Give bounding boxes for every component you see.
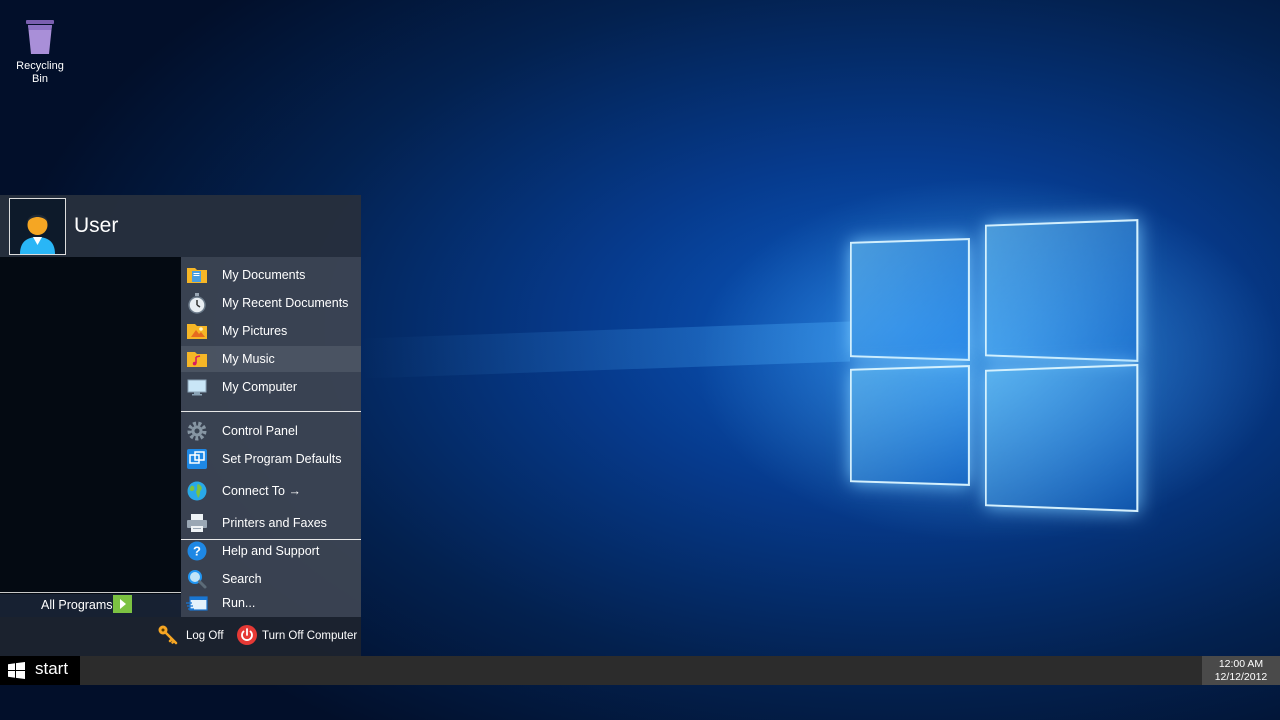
- pictures-folder-icon: [186, 320, 208, 342]
- menu-item-my-documents[interactable]: My Documents: [181, 262, 361, 288]
- stopwatch-icon: [186, 292, 208, 314]
- menu-separator: [181, 411, 361, 412]
- menu-item-printers-and-faxes[interactable]: Printers and Faxes: [181, 510, 361, 536]
- help-icon: ?: [186, 540, 208, 562]
- program-defaults-icon: [186, 448, 208, 470]
- search-icon: [186, 568, 208, 590]
- menu-item-my-pictures[interactable]: My Pictures: [181, 318, 361, 344]
- menu-item-my-music[interactable]: My Music: [181, 346, 361, 372]
- turn-off-computer-button[interactable]: Turn Off Computer: [236, 623, 358, 649]
- gear-icon: [186, 420, 208, 442]
- printer-icon: [186, 512, 208, 534]
- system-clock[interactable]: 12:00 AM 12/12/2012: [1202, 656, 1280, 685]
- pinned-programs-pane: [0, 257, 181, 594]
- menu-item-help-and-support[interactable]: ? Help and Support: [181, 538, 361, 564]
- windows-logo-pane: [850, 365, 970, 486]
- run-icon: [186, 592, 208, 614]
- documents-folder-icon: [186, 264, 208, 286]
- menu-item-connect-to[interactable]: Connect To →: [181, 478, 361, 504]
- menu-item-run[interactable]: Run...: [181, 590, 361, 616]
- clock-date: 12/12/2012: [1202, 671, 1280, 684]
- menu-item-my-computer[interactable]: My Computer: [181, 374, 361, 400]
- windows-logo-icon: [8, 662, 25, 679]
- windows-logo-pane: [985, 364, 1138, 512]
- clock-time: 12:00 AM: [1202, 658, 1280, 671]
- menu-item-control-panel[interactable]: Control Panel: [181, 418, 361, 444]
- start-button[interactable]: start: [0, 656, 80, 685]
- windows-logo-pane: [850, 238, 970, 361]
- monitor-icon: [186, 376, 208, 398]
- globe-icon: [186, 480, 208, 502]
- svg-text:?: ?: [193, 544, 201, 559]
- key-icon: [157, 624, 179, 646]
- user-avatar-icon[interactable]: [9, 198, 66, 255]
- desktop-icon-label: Recycling Bin: [16, 60, 64, 85]
- play-arrow-icon: [113, 595, 132, 613]
- log-off-button[interactable]: Log Off: [157, 623, 227, 649]
- start-menu: User My Documents My Recent Documents My…: [0, 195, 361, 656]
- taskbar: start 12:00 AM 12/12/2012: [0, 656, 1280, 685]
- windows-logo-pane: [985, 219, 1138, 362]
- start-menu-footer: Log Off Turn Off Computer: [0, 617, 361, 656]
- recycle-bin-icon: [23, 18, 57, 56]
- power-icon: [236, 624, 258, 646]
- music-folder-icon: [186, 348, 208, 370]
- all-programs-button[interactable]: All Programs: [0, 592, 181, 615]
- menu-item-search[interactable]: Search: [181, 566, 361, 592]
- menu-item-my-recent-documents[interactable]: My Recent Documents: [181, 290, 361, 316]
- desktop-icon-recycling-bin[interactable]: Recycling Bin: [8, 18, 72, 86]
- start-menu-header: User: [0, 195, 361, 257]
- menu-item-set-program-defaults[interactable]: Set Program Defaults: [181, 446, 361, 472]
- user-name: User: [74, 214, 118, 238]
